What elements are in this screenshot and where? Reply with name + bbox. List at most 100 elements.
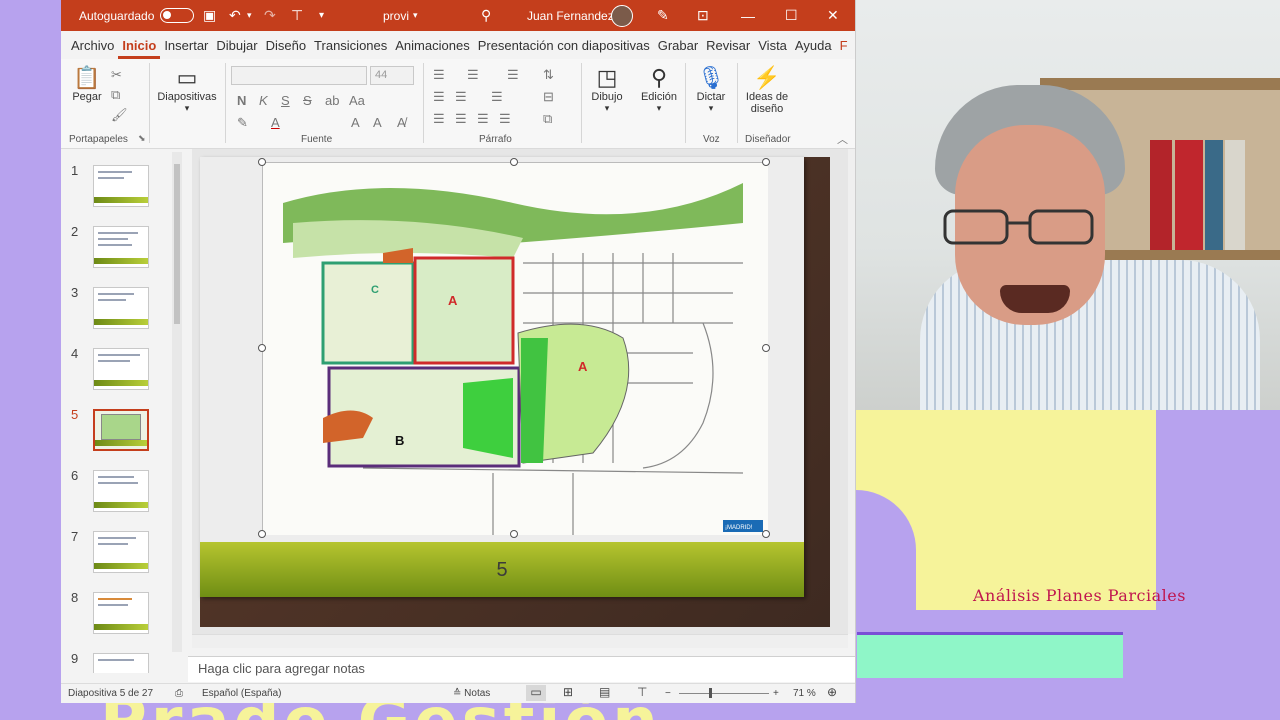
line-spacing-icon[interactable]: ☰ <box>507 67 519 83</box>
dictate-button[interactable]: 🎙 Dictar ▾ <box>691 65 731 114</box>
shrink-font-icon[interactable]: A <box>373 115 382 130</box>
close-icon[interactable]: ✕ <box>827 0 839 31</box>
collapse-ribbon-icon[interactable]: ︿ <box>837 131 848 147</box>
resize-handle[interactable] <box>762 530 770 538</box>
slide-thumbnail[interactable] <box>93 470 149 512</box>
slide-thumbnail[interactable] <box>93 226 149 268</box>
zoom-in-icon[interactable]: + <box>773 688 779 699</box>
zoom-level[interactable]: 71 % <box>793 688 816 699</box>
resize-handle[interactable] <box>258 530 266 538</box>
tab-grabar[interactable]: Grabar <box>654 38 702 59</box>
slide-thumbnail[interactable] <box>93 592 149 634</box>
slide-thumbnail[interactable] <box>93 165 149 207</box>
resize-handle[interactable] <box>258 158 266 166</box>
design-ideas-button[interactable]: ⚡ Ideas de diseño <box>741 65 793 115</box>
resize-handle[interactable] <box>510 530 518 538</box>
zoom-out-icon[interactable]: − <box>665 688 671 699</box>
urban-plan-image[interactable]: A A B C ¡MADRID! <box>262 162 768 535</box>
search-icon[interactable]: ⚲ <box>481 0 491 31</box>
user-name[interactable]: Juan Fernandez <box>527 0 614 31</box>
tab-archivo[interactable]: Archivo <box>67 38 118 59</box>
undo-dropdown-icon[interactable]: ▾ <box>247 0 252 31</box>
accessibility-icon[interactable]: ⎙ <box>175 688 183 699</box>
minimize-icon[interactable]: — <box>741 0 755 31</box>
save-icon[interactable]: ▣ <box>203 0 216 31</box>
cut-icon[interactable]: ✂ <box>111 67 122 83</box>
autosave-toggle[interactable] <box>160 8 195 23</box>
horizontal-scrollbar[interactable] <box>192 634 848 648</box>
justify-icon[interactable]: ☰ <box>499 111 511 127</box>
tab-animaciones[interactable]: Animaciones <box>391 38 473 59</box>
current-slide[interactable]: A A B C ¡MADRID! 5 <box>200 157 804 597</box>
slides-button[interactable]: ▭ Diapositivas ▾ <box>155 65 219 114</box>
tab-revisar[interactable]: Revisar <box>702 38 754 59</box>
notes-toggle[interactable]: ≙ Notas <box>453 688 490 699</box>
tab-insertar[interactable]: Insertar <box>160 38 212 59</box>
smartart-icon[interactable]: ⧉ <box>543 111 552 127</box>
resize-handle[interactable] <box>762 158 770 166</box>
clear-format-icon[interactable]: A̸ <box>397 115 406 130</box>
pen-icon[interactable]: ✎ <box>657 0 669 31</box>
slide-thumbnail[interactable] <box>93 531 149 573</box>
editing-button[interactable]: ⚲ Edición ▾ <box>637 65 681 114</box>
avatar[interactable] <box>611 4 633 27</box>
tab-inicio[interactable]: Inicio <box>118 38 161 59</box>
thumbnail-scrollbar[interactable] <box>172 152 182 652</box>
tab-presentacion[interactable]: Presentación con diapositivas <box>474 38 654 59</box>
font-size-box[interactable]: 44 <box>370 66 414 85</box>
spacing-icon[interactable]: ab <box>325 93 339 108</box>
numbering-icon[interactable]: ☰ <box>467 67 479 83</box>
drawing-button[interactable]: ◳ Dibujo ▾ <box>587 65 627 114</box>
language-indicator[interactable]: Español (España) <box>202 688 282 699</box>
columns-icon[interactable]: ☰ <box>491 89 503 105</box>
customize-qat-icon[interactable]: ▾ <box>319 0 324 31</box>
text-direction-icon[interactable]: ⇅ <box>543 67 554 83</box>
strikethrough-icon[interactable]: S <box>303 93 312 108</box>
bold-icon[interactable]: N <box>237 93 246 108</box>
slideshow-icon[interactable]: ⊤ <box>637 685 647 699</box>
ribbon-display-icon[interactable]: ⊡ <box>697 0 709 31</box>
underline-icon[interactable]: S <box>281 93 290 108</box>
zoom-slider-thumb[interactable] <box>709 688 712 698</box>
reading-view-icon[interactable]: ▤ <box>599 685 610 699</box>
dialog-launcher-icon[interactable]: ⬊ <box>138 133 146 144</box>
align-text-icon[interactable]: ⊟ <box>543 89 554 105</box>
resize-handle[interactable] <box>762 344 770 352</box>
indent-decrease-icon[interactable]: ☰ <box>433 89 445 105</box>
zoom-slider[interactable] <box>679 693 769 694</box>
italic-icon[interactable]: K <box>259 93 268 108</box>
bullets-icon[interactable]: ☰ <box>433 67 445 83</box>
indent-increase-icon[interactable]: ☰ <box>455 89 467 105</box>
change-case-icon[interactable]: Aa <box>349 93 365 108</box>
tab-diseno[interactable]: Diseño <box>262 38 310 59</box>
vertical-scrollbar[interactable] <box>848 149 855 634</box>
redo-icon[interactable]: ↷ <box>264 0 276 31</box>
align-center-icon[interactable]: ☰ <box>455 111 467 127</box>
slide-thumbnail[interactable] <box>93 348 149 390</box>
format-painter-icon[interactable]: 🖌 <box>111 107 128 123</box>
maximize-icon[interactable]: ☐ <box>785 0 798 31</box>
fit-to-window-icon[interactable]: ⊕ <box>827 685 837 699</box>
highlight-icon[interactable]: ✎ <box>237 115 248 131</box>
paste-button[interactable]: 📋 Pegar <box>69 65 105 103</box>
copy-icon[interactable]: ⧉ <box>111 87 120 103</box>
resize-handle[interactable] <box>258 344 266 352</box>
normal-view-icon[interactable]: ▭ <box>526 685 546 701</box>
slide-thumbnail[interactable] <box>93 653 149 673</box>
align-right-icon[interactable]: ☰ <box>477 111 489 127</box>
font-color-icon[interactable]: A <box>271 115 280 130</box>
document-name[interactable]: provi ▾ <box>383 0 418 31</box>
tab-vista[interactable]: Vista <box>754 38 791 59</box>
tab-transiciones[interactable]: Transiciones <box>310 38 391 59</box>
tab-dibujar[interactable]: Dibujar <box>212 38 261 59</box>
slide-thumbnail[interactable] <box>93 287 149 329</box>
slide-thumbnail-selected[interactable] <box>93 409 149 451</box>
align-left-icon[interactable]: ☰ <box>433 111 445 127</box>
grow-font-icon[interactable]: A <box>351 115 360 130</box>
slide-sorter-icon[interactable]: ⊞ <box>563 685 573 699</box>
tab-overflow[interactable]: F <box>836 38 852 59</box>
undo-icon[interactable]: ↶ <box>229 0 241 31</box>
font-family-box[interactable] <box>231 66 367 85</box>
notes-pane[interactable]: Haga clic para agregar notas <box>188 656 855 682</box>
tab-ayuda[interactable]: Ayuda <box>791 38 836 59</box>
